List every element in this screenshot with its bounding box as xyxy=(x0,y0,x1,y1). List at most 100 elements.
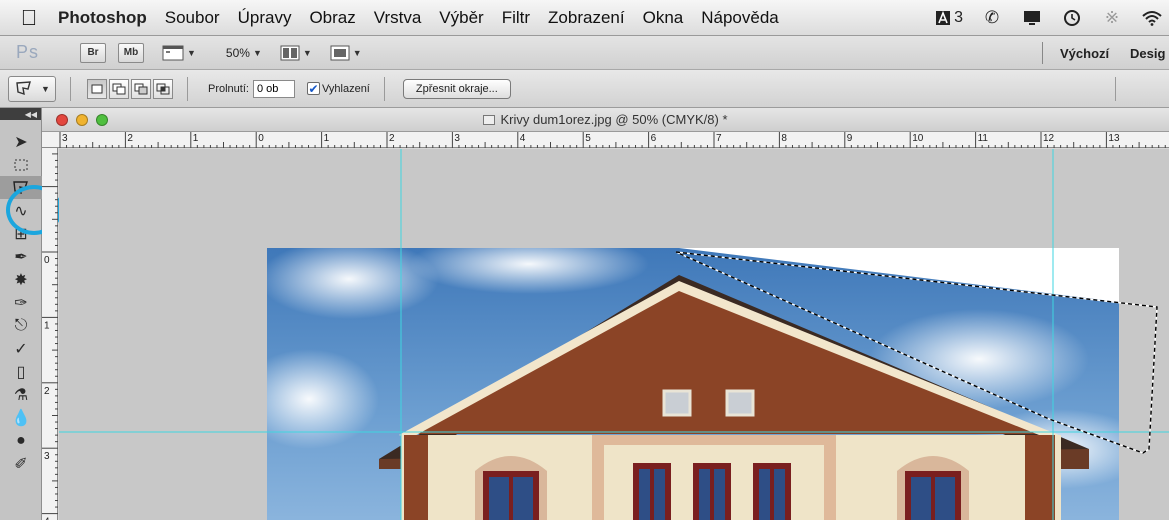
menu-obraz[interactable]: Obraz xyxy=(309,8,355,28)
options-divider xyxy=(70,76,71,101)
history-brush-tool-icon[interactable]: ✓ xyxy=(0,337,42,360)
window-glass xyxy=(513,477,533,520)
apple-icon[interactable]:  xyxy=(0,0,58,36)
workspace-design-button[interactable]: Desig xyxy=(1130,36,1165,70)
ruler-label: 11 xyxy=(978,133,989,144)
tools-panel: ◀◀ ➤ ∿ ⊞ ✒ ✸ ✑ ⎋ ✓ ▯ ⚗ 💧 ● ✐ xyxy=(0,108,42,520)
vertical-ruler-ticks: 0 1 2 3 4 xyxy=(42,153,58,520)
window-glass xyxy=(639,469,650,520)
menu-vrstva[interactable]: Vrstva xyxy=(374,8,422,28)
quick-selection-tool-icon[interactable]: ∿ xyxy=(0,199,42,222)
window-glass xyxy=(911,477,931,520)
menu-zobrazeni[interactable]: Zobrazení xyxy=(548,8,625,28)
time-machine-icon[interactable] xyxy=(1061,7,1083,29)
chevron-down-icon: ▼ xyxy=(352,47,362,58)
ruler-label: 12 xyxy=(1043,133,1055,144)
ruler-label: 1 xyxy=(324,133,330,144)
feather-input[interactable] xyxy=(252,79,295,98)
eraser-tool-icon[interactable]: ▯ xyxy=(0,360,42,383)
ruler-label: 4 xyxy=(520,133,526,144)
arrange-documents-dropdown[interactable]: ▼ xyxy=(280,45,312,61)
horizontal-ruler[interactable]: 3 2 1 0 1 2 3 4 5 6 7 8 9 10 11 12 13 xyxy=(42,132,1169,148)
window-glass xyxy=(759,469,770,520)
arrange-documents-icon xyxy=(280,45,300,60)
gable-vent xyxy=(662,389,692,417)
wifi-icon[interactable] xyxy=(1141,7,1163,29)
horizontal-ruler-ticks: 3 2 1 0 1 2 3 4 5 6 7 8 9 10 11 12 13 xyxy=(59,132,1166,148)
dodge-tool-icon[interactable]: ● xyxy=(0,429,42,452)
adobe-status[interactable]: 3 xyxy=(935,9,963,27)
gable-vent xyxy=(725,389,755,417)
marquee-tool-icon[interactable] xyxy=(0,153,42,176)
add-selection-button[interactable] xyxy=(109,78,129,99)
window-glass xyxy=(774,469,785,520)
window-glass xyxy=(935,477,955,520)
ruler-label: 2 xyxy=(44,386,50,397)
document-title: Krivy dum1orez.jpg @ 50% (CMYK/8) * xyxy=(42,112,1169,127)
tools-panel-collapse[interactable]: ◀◀ xyxy=(0,108,41,120)
workspace-default-button[interactable]: Výchozí xyxy=(1060,36,1109,70)
intersect-selection-button[interactable] xyxy=(153,78,173,99)
view-extras-dropdown[interactable]: ▼ xyxy=(162,45,196,61)
paint-bucket-tool-icon[interactable]: ⚗ xyxy=(0,383,42,406)
display-icon[interactable] xyxy=(1021,7,1043,29)
selection-mode-group xyxy=(87,78,173,99)
lasso-icon xyxy=(16,80,31,95)
window-glass xyxy=(489,477,509,520)
document-canvas[interactable] xyxy=(59,149,1169,520)
window xyxy=(693,463,731,520)
screen-mode-dropdown[interactable]: ▼ xyxy=(330,45,362,61)
window-glass xyxy=(714,469,725,520)
pilaster xyxy=(404,435,428,520)
brush-tool-icon[interactable]: ✑ xyxy=(0,291,42,314)
add-selection-icon xyxy=(112,83,126,94)
ruler-label: 3 xyxy=(44,451,50,462)
ruler-label: 0 xyxy=(44,255,50,266)
clone-stamp-tool-icon[interactable]: ⎋ xyxy=(0,314,42,337)
window xyxy=(753,463,791,520)
options-divider xyxy=(383,76,385,101)
eyedropper-tool-icon[interactable]: ✒ xyxy=(0,245,42,268)
antialias-label: Vyhlazení xyxy=(321,82,370,95)
blur-tool-icon[interactable]: 💧 xyxy=(0,406,42,429)
ruler-label: 2 xyxy=(389,133,395,144)
menu-bar:  Photoshop Soubor Úpravy Obraz Vrstva V… xyxy=(0,0,1169,36)
new-selection-button[interactable] xyxy=(87,78,107,99)
menu-okna[interactable]: Okna xyxy=(643,8,684,28)
menu-upravy[interactable]: Úpravy xyxy=(238,8,292,28)
window-glass xyxy=(654,469,665,520)
adobe-icon xyxy=(936,10,951,25)
crop-tool-icon[interactable]: ⊞ xyxy=(0,222,42,245)
window-glass xyxy=(699,469,710,520)
chevron-down-icon: ▼ xyxy=(302,47,312,58)
document-title-text: Krivy dum1orez.jpg @ 50% (CMYK/8) * xyxy=(500,112,728,127)
move-tool-icon[interactable]: ➤ xyxy=(0,130,42,153)
zoom-level-dropdown[interactable]: 50% ▼ xyxy=(226,46,262,60)
view-extras-icon xyxy=(162,45,184,60)
pen-tool-icon[interactable]: ✐ xyxy=(0,452,42,475)
bluetooth-icon[interactable]: ※ xyxy=(1101,7,1123,29)
mini-bridge-button[interactable]: Mb xyxy=(118,42,144,63)
ruler-label: 6 xyxy=(651,133,657,144)
healing-brush-tool-icon[interactable]: ✸ xyxy=(0,268,42,291)
refine-edge-button[interactable]: Zpřesnit okraje... xyxy=(402,78,511,99)
subtract-selection-button[interactable] xyxy=(131,78,151,99)
antialias-checkbox[interactable]: ✔ xyxy=(306,82,320,95)
zoom-level-value: 50% xyxy=(225,45,250,60)
lasso-tool-icon[interactable] xyxy=(0,176,42,199)
cloud xyxy=(267,349,379,449)
vertical-ruler[interactable]: 0 1 2 3 4 xyxy=(42,148,58,520)
menu-app-name[interactable]: Photoshop xyxy=(58,8,147,28)
ruler-label: 0 xyxy=(258,133,264,144)
menu-vyber[interactable]: Výběr xyxy=(439,8,483,28)
cloud xyxy=(267,248,439,319)
canvas-area[interactable] xyxy=(59,149,1169,520)
menu-filtr[interactable]: Filtr xyxy=(502,8,530,28)
phone-icon[interactable]: ✆ xyxy=(981,7,1003,29)
menu-soubor[interactable]: Soubor xyxy=(165,8,220,28)
chevron-down-icon: ▼ xyxy=(252,47,262,58)
ruler-label: 10 xyxy=(912,133,924,144)
tool-preset-picker[interactable]: ▼ xyxy=(8,75,56,102)
menu-napoveda[interactable]: Nápověda xyxy=(701,8,779,28)
bridge-button[interactable]: Br xyxy=(80,42,106,63)
